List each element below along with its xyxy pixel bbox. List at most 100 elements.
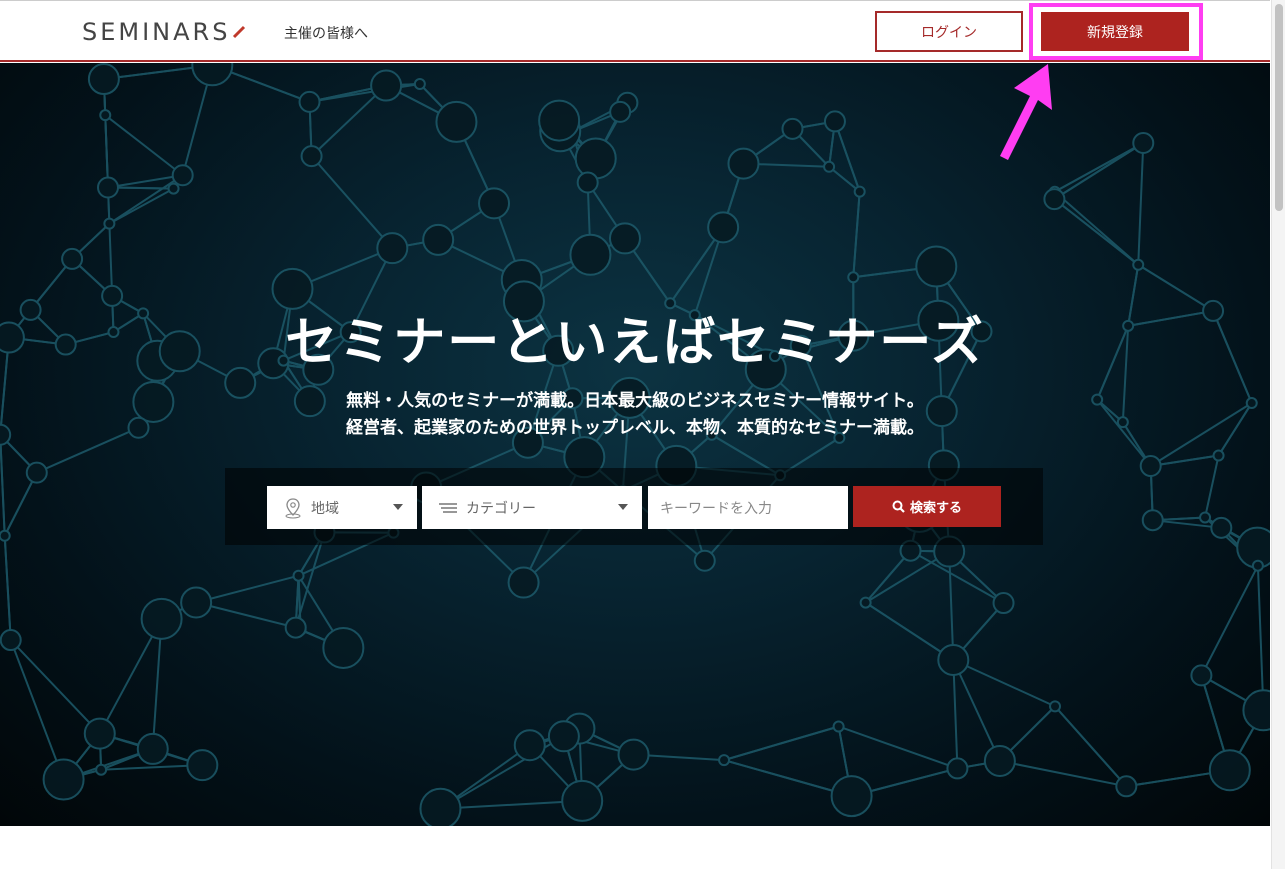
search-icon (892, 500, 905, 513)
network-node (859, 596, 872, 609)
region-select[interactable]: 地域 (267, 486, 417, 529)
network-node (983, 744, 1016, 777)
network-node (0, 529, 11, 542)
network-node (513, 729, 546, 762)
network-node (1210, 516, 1233, 539)
category-label: カテゴリー (466, 500, 536, 517)
network-link (952, 659, 1001, 762)
highlight-box (1029, 3, 1203, 60)
location-pin-icon (283, 497, 303, 519)
network-link (1053, 142, 1144, 200)
network-node (569, 233, 612, 276)
network-node (507, 566, 540, 599)
network-node (25, 461, 48, 484)
network-link (1200, 565, 1259, 676)
network-node (103, 217, 116, 230)
network-node (1190, 664, 1213, 687)
network-node (781, 117, 804, 140)
network-link (1204, 455, 1220, 518)
network-node (140, 597, 183, 640)
network-node (419, 787, 462, 826)
search-button[interactable]: 検索する (853, 486, 1001, 527)
network-link (10, 639, 101, 735)
chevron-down-icon (618, 504, 628, 510)
network-link (1053, 198, 1139, 266)
network-node (574, 137, 617, 180)
network-node (847, 271, 860, 284)
chevron-down-icon (393, 504, 403, 510)
network-node (171, 164, 194, 187)
network-node (97, 176, 120, 199)
network-node (61, 247, 84, 270)
site-logo[interactable]: SEMINARS (82, 18, 246, 46)
network-link (1256, 565, 1265, 711)
network-node (180, 586, 213, 619)
keyword-placeholder: キーワードを入力 (660, 500, 772, 517)
hero-subtext-2: 経営者、起業家のための世界トップレベル、本物、本質的なセミナー満載。 (346, 418, 924, 438)
network-node (376, 232, 409, 265)
network-node (576, 171, 599, 194)
network-node (83, 717, 116, 750)
network-node (915, 245, 958, 288)
network-link (852, 191, 861, 278)
region-label: 地域 (311, 500, 339, 517)
network-node (1199, 511, 1212, 524)
network-node (1139, 454, 1162, 477)
hero-banner: セミナーといえばセミナーズ 無料・人気のセミナーが満載。日本最大級のビジネスセミ… (0, 63, 1270, 826)
network-node (300, 145, 323, 168)
network-node (547, 720, 580, 753)
network-link (104, 114, 184, 177)
network-node (1132, 258, 1145, 271)
network-node (937, 643, 970, 676)
login-button[interactable]: ログイン (875, 11, 1023, 52)
search-button-label: 検索する (909, 501, 962, 516)
category-select[interactable]: カテゴリー (422, 486, 642, 529)
page-scrollbar[interactable] (1271, 0, 1285, 869)
network-node (1141, 509, 1164, 532)
network-node (693, 549, 716, 572)
network-link (723, 725, 839, 762)
organizer-link[interactable]: 主催の皆様へ (284, 23, 368, 43)
network-node (853, 185, 866, 198)
network-background (0, 63, 1270, 826)
network-node (42, 758, 85, 801)
network-node (87, 63, 120, 96)
network-node (832, 720, 845, 733)
network-node (1212, 449, 1225, 462)
network-link (948, 551, 955, 661)
network-node (284, 616, 307, 639)
network-node (0, 629, 22, 652)
network-node (1242, 689, 1270, 732)
network-link (1137, 142, 1145, 265)
network-link (108, 174, 184, 225)
search-panel: 地域 カテゴリー キーワードを入力 検索する (225, 468, 1043, 545)
network-node (191, 63, 234, 87)
network-node (478, 187, 511, 220)
logo-pen-icon (233, 25, 246, 39)
network-node (727, 147, 760, 180)
network-node (186, 749, 219, 782)
network-node (1115, 775, 1138, 798)
network-node (946, 757, 969, 780)
network-link (838, 725, 958, 770)
network-node (370, 69, 403, 102)
network-node (422, 223, 455, 256)
network-link (9, 639, 65, 780)
network-node (1251, 559, 1264, 572)
network-node (830, 775, 873, 818)
logo-text: SEMINARS (82, 18, 231, 46)
network-node (992, 592, 1015, 615)
network-node (292, 569, 305, 582)
network-node (435, 100, 478, 143)
network-node (298, 90, 321, 113)
network-node (1132, 131, 1155, 154)
network-link (310, 155, 394, 249)
network-node (1208, 749, 1251, 792)
network-link (0, 434, 6, 536)
hero-headline: セミナーといえばセミナーズ (285, 313, 985, 373)
network-node (538, 99, 581, 142)
keyword-input[interactable]: キーワードを入力 (648, 486, 848, 529)
network-node (1043, 188, 1066, 211)
scrollbar-thumb[interactable] (1275, 4, 1283, 211)
network-node (561, 779, 604, 822)
